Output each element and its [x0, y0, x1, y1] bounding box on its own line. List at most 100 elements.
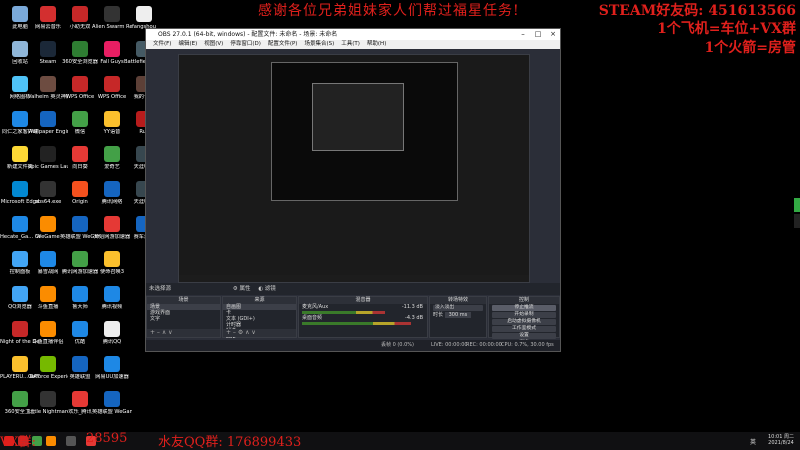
- desktop-icon[interactable]: 英雄联盟 WeGame版: [92, 391, 132, 429]
- app-icon: [40, 76, 56, 92]
- menu-item[interactable]: 文件(F): [153, 41, 171, 47]
- desktop-icon[interactable]: 腾讯QQ: [92, 321, 132, 359]
- rec-timer: REC: 00:00:00: [466, 342, 502, 348]
- app-icon: [72, 286, 88, 302]
- app-icon: [40, 6, 56, 22]
- app-icon: [104, 181, 120, 197]
- app-icon: [72, 251, 88, 267]
- control-button[interactable]: 停止推流: [492, 305, 556, 311]
- obs-taskbar-icon[interactable]: [66, 436, 76, 446]
- control-button[interactable]: 开始录制: [492, 312, 556, 318]
- transitions-dock: 转场特效 淡入淡出 时长 300 ms: [429, 296, 487, 338]
- desktop-icon-label: 英雄联盟 WeGame版: [92, 409, 132, 415]
- app-icon: [40, 111, 56, 127]
- app-icon: [40, 251, 56, 267]
- menu-item[interactable]: 工具(T): [341, 41, 360, 47]
- side-tab-1[interactable]: [794, 198, 800, 212]
- mixer-channel-db: -4.3 dB: [405, 315, 423, 321]
- menu-item[interactable]: 编辑(E): [178, 41, 197, 47]
- rocket-reward-text: 1个火箭=房管: [704, 40, 796, 56]
- vx-group-text: VX群:: [0, 435, 37, 450]
- app-icon: [12, 356, 28, 372]
- sources-dock-title: 来源: [223, 297, 296, 304]
- filter-icon[interactable]: ◐: [258, 286, 263, 292]
- qq-group-text: 水友QQ群: 176899433: [158, 435, 302, 450]
- desktop-icon-label: 腾讯视频: [101, 304, 123, 310]
- obs-window[interactable]: OBS 27.0.1 (64-bit, windows) - 配置文件: 未命名…: [145, 28, 561, 352]
- desktop-icon[interactable]: 使命召唤3: [92, 251, 132, 289]
- system-tray[interactable]: 10:01 周二 2021/8/24: [768, 434, 794, 446]
- controls-dock: 控制 停止推流开始录制启动虚拟摄像机工作室模式设置退出: [488, 296, 560, 346]
- desktop-icon[interactable]: 网易UU加速器: [92, 356, 132, 394]
- mixer-channel: 麦克风/Aux -11.3 dB: [299, 304, 427, 310]
- menu-item[interactable]: 视图(V): [204, 41, 223, 47]
- gear-icon[interactable]: ⚙: [233, 286, 238, 292]
- sources-toolbar[interactable]: + – ⚙ ∧ ∨: [223, 329, 296, 337]
- side-tab-2[interactable]: [794, 214, 800, 228]
- scene-item[interactable]: 文字: [147, 316, 220, 322]
- mixer-channel-db: -11.3 dB: [401, 304, 423, 310]
- steam-friend-code: STEAM好友码: 451613566: [598, 3, 796, 19]
- app-icon: [72, 76, 88, 92]
- control-button[interactable]: 工作室模式: [492, 326, 556, 332]
- app-icon: [40, 391, 56, 407]
- transition-select[interactable]: 淡入淡出: [433, 305, 483, 311]
- app-icon: [104, 356, 120, 372]
- preview-taskbar: [179, 275, 529, 282]
- app-icon: [72, 216, 88, 232]
- clock-date: 2021/8/24: [768, 440, 794, 446]
- app-icon: [40, 181, 56, 197]
- app-icon: [40, 41, 56, 57]
- app-icon: [40, 216, 56, 232]
- input-language[interactable]: 英: [750, 437, 756, 446]
- app-icon: [12, 321, 28, 337]
- volume-meter[interactable]: [302, 311, 386, 314]
- menu-item[interactable]: 配置文件(P): [268, 41, 298, 47]
- app-icon: [72, 111, 88, 127]
- minimize-icon[interactable]: –: [516, 29, 530, 40]
- desktop-icon[interactable]: 腾讯视频: [92, 286, 132, 324]
- live-timer: LIVE: 00:00:00: [431, 342, 468, 348]
- plane-reward-text: 1个飞机=车位+VX群: [657, 21, 796, 37]
- desktop-icon-label: 网易UU加速器: [95, 374, 129, 380]
- nested-preview: [271, 62, 458, 201]
- menu-item[interactable]: 帮助(H): [367, 41, 386, 47]
- properties-button[interactable]: 属性: [239, 286, 250, 292]
- cpu-fps: CPU: 0.7%, 30.00 fps: [501, 342, 554, 348]
- vx-group-number: 28595: [86, 431, 128, 446]
- obs-titlebar[interactable]: OBS 27.0.1 (64-bit, windows) - 配置文件: 未命名…: [146, 29, 560, 40]
- app-icon: [104, 76, 120, 92]
- app-icon: [104, 391, 120, 407]
- nested-preview-inner: [312, 83, 404, 151]
- obs-preview[interactable]: [178, 54, 530, 283]
- menu-item[interactable]: 场景集合(S): [304, 41, 334, 47]
- mixer-channel: 桌面音频 -4.3 dB: [299, 315, 427, 321]
- filters-button[interactable]: 滤镜: [265, 286, 276, 292]
- app-icon: [40, 146, 56, 162]
- app-icon: [40, 321, 56, 337]
- app-icon: [72, 391, 88, 407]
- close-icon[interactable]: ×: [546, 29, 560, 40]
- app-icon: [104, 6, 120, 22]
- taskbar-app-icon[interactable]: [46, 436, 56, 446]
- app-icon: [40, 286, 56, 302]
- app-icon: [136, 6, 152, 22]
- obs-title: OBS 27.0.1 (64-bit, windows) - 配置文件: 未命名…: [158, 31, 338, 38]
- control-button[interactable]: 启动虚拟摄像机: [492, 319, 556, 325]
- duration-input[interactable]: 300 ms: [444, 312, 472, 318]
- volume-meter[interactable]: [302, 322, 411, 325]
- maximize-icon[interactable]: □: [531, 29, 545, 40]
- desktop-icon-label: 腾讯QQ: [102, 339, 122, 345]
- app-icon: [72, 321, 88, 337]
- controls-dock-title: 控制: [489, 297, 559, 304]
- scenes-dock-title: 场景: [147, 297, 220, 304]
- desktop-icon-label: 使命召唤3: [99, 269, 125, 275]
- obs-statusbar: 丢帧 0 (0.0%) LIVE: 00:00:00 REC: 00:00:00…: [146, 340, 560, 351]
- menu-item[interactable]: 停靠窗口(D): [230, 41, 261, 47]
- app-icon: [12, 111, 28, 127]
- app-icon: [72, 181, 88, 197]
- app-icon: [72, 6, 88, 22]
- scenes-toolbar[interactable]: + – ∧ ∨: [147, 329, 220, 337]
- no-source-label: 未选择源: [149, 286, 172, 292]
- control-button[interactable]: 设置: [492, 333, 556, 339]
